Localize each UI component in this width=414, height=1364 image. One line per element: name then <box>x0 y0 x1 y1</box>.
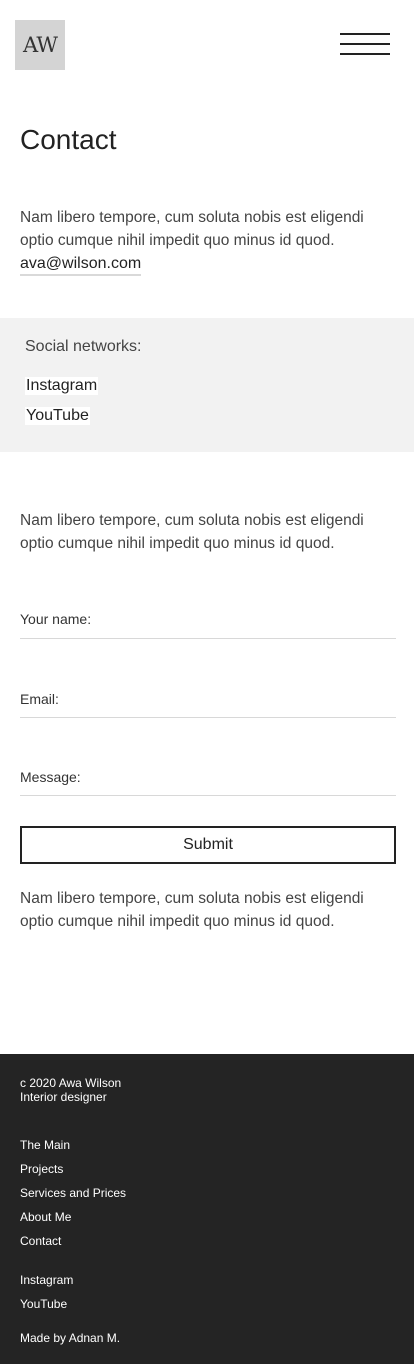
message-field-underline <box>20 795 396 796</box>
footer-nav-the-main[interactable]: The Main <box>20 1138 70 1152</box>
name-field[interactable]: Your name: <box>20 611 396 639</box>
email-field-label: Email: <box>20 691 59 707</box>
social-heading: Social networks: <box>25 338 142 355</box>
footer-copyright: c 2020 Awa Wilson <box>20 1076 122 1090</box>
footer-role: Interior designer <box>20 1090 107 1104</box>
email-link[interactable]: ava@wilson.com <box>20 254 142 276</box>
intro-text: Nam libero tempore, cum soluta nobis est… <box>20 209 364 249</box>
footer-nav-services-and-prices[interactable]: Services and Prices <box>20 1186 126 1200</box>
site-header: AW <box>0 0 414 90</box>
site-logo[interactable]: AW <box>15 20 65 70</box>
social-networks-panel: Social networks: Instagram YouTube <box>0 318 414 452</box>
form-intro-text: Nam libero tempore, cum soluta nobis est… <box>20 512 364 552</box>
social-link-instagram[interactable]: Instagram <box>25 377 99 395</box>
message-field[interactable]: Message: <box>20 769 396 796</box>
name-field-label: Your name: <box>20 611 92 627</box>
footer-social-youtube[interactable]: YouTube <box>20 1297 67 1311</box>
logo-text: AW <box>23 33 58 57</box>
page-title: Contact <box>20 124 117 155</box>
footer-nav-about-me[interactable]: About Me <box>20 1210 71 1224</box>
footer-credit: Made by Adnan M. <box>20 1331 121 1345</box>
email-field-underline <box>20 717 396 718</box>
footer-social-instagram[interactable]: Instagram <box>20 1273 73 1287</box>
footer-nav-projects[interactable]: Projects <box>20 1162 63 1176</box>
hamburger-menu-icon[interactable] <box>340 33 392 57</box>
email-field[interactable]: Email: <box>20 691 396 718</box>
submit-button[interactable]: Submit <box>20 826 396 864</box>
site-footer: c 2020 Awa Wilson Interior designer The … <box>0 1054 414 1364</box>
footer-nav-contact[interactable]: Contact <box>20 1234 61 1248</box>
message-field-label: Message: <box>20 769 81 785</box>
name-field-underline <box>20 638 396 639</box>
outro-text: Nam libero tempore, cum soluta nobis est… <box>20 890 364 930</box>
social-link-youtube[interactable]: YouTube <box>25 407 90 425</box>
